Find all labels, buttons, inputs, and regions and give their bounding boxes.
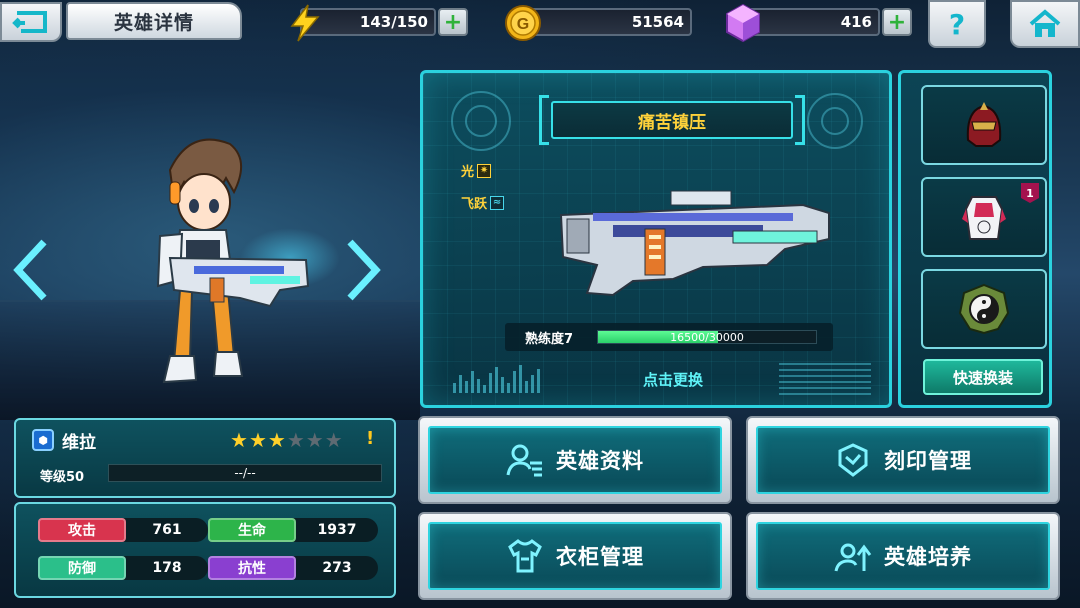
star-empty-icon: ★ (286, 428, 305, 452)
sun-icon: ✷ (477, 163, 492, 178)
tap-to-change-label[interactable]: 点击更换 (623, 369, 723, 390)
warning-icon[interactable]: ! (366, 428, 374, 449)
hero-train-label: 英雄培养 (884, 545, 972, 569)
stat-attack-value: 761 (152, 522, 182, 538)
add-gems-button[interactable]: + (882, 8, 912, 36)
stat-attack: 攻击 761 (38, 518, 208, 542)
next-hero-button[interactable] (344, 238, 384, 302)
gem-counter: 416 (744, 8, 880, 36)
back-button[interactable] (0, 2, 62, 42)
shirt-icon (508, 539, 542, 573)
stat-hp-value: 1937 (317, 522, 357, 538)
equipment-slot-helmet[interactable] (921, 85, 1047, 165)
hero-star-rating: ★ ★ ★ ★ ★ ★ (230, 428, 343, 452)
star-empty-icon: ★ (305, 428, 324, 452)
home-icon (1029, 9, 1061, 37)
attribute-light: 光 ✷ (461, 161, 492, 180)
lightning-icon (284, 2, 326, 44)
weapon-image (553, 169, 833, 299)
hero-name: 维拉 (62, 433, 96, 453)
imprint-manage-button[interactable]: 刻印管理 (746, 416, 1060, 504)
energy-value: 143/150 (359, 13, 428, 31)
star-empty-icon: ★ (324, 428, 343, 452)
quick-swap-button[interactable]: 快速换装 (923, 359, 1043, 395)
hero-info-panel: ⬢ 维拉 ★ ★ ★ ★ ★ ★ ! 等级50 --/-- (14, 418, 396, 498)
weapon-name: 痛苦镇压 (551, 101, 793, 139)
attribute-leap-label: 飞跃 (461, 197, 488, 212)
plate-bracket-left (539, 95, 549, 145)
proficiency-label: 熟练度7 (525, 331, 574, 347)
equipment-slot-armor[interactable]: 1 (921, 177, 1047, 257)
question-icon: ? (948, 7, 966, 41)
hero-info-label: 英雄资料 (556, 449, 644, 473)
stat-defense-label: 防御 (38, 556, 126, 580)
gem-icon (722, 2, 764, 44)
help-button[interactable]: ? (928, 0, 986, 48)
stat-hp-label: 生命 (208, 518, 296, 542)
add-energy-button[interactable]: + (438, 8, 468, 36)
hero-character-figure[interactable] (130, 130, 320, 390)
stat-defense-value: 178 (152, 560, 182, 576)
stat-attack-label: 攻击 (38, 518, 126, 542)
hero-train-button[interactable]: 英雄培养 (746, 512, 1060, 600)
stat-resist: 抗性 273 (208, 556, 378, 580)
proficiency-value: 16500/30000 (670, 330, 744, 344)
equalizer-decoration (453, 365, 540, 393)
proficiency-row: 熟练度7 16500/30000 (505, 323, 833, 351)
gem-value: 416 (840, 13, 872, 31)
top-bar: 英雄详情 143/150 + 51564 G 416 + ? (0, 0, 1080, 52)
back-arrow-icon (12, 11, 47, 33)
stat-defense: 防御 178 (38, 556, 208, 580)
plus-icon: + (887, 9, 907, 35)
page-title: 英雄详情 (66, 2, 242, 40)
stat-resist-label: 抗性 (208, 556, 296, 580)
slot-badge: 1 (1021, 183, 1039, 203)
level-up-icon (834, 543, 872, 572)
hero-level-bar: --/-- (108, 464, 382, 482)
plate-bracket-right (795, 95, 805, 145)
home-button[interactable] (1010, 0, 1080, 48)
reticle-decoration (821, 107, 849, 135)
proficiency-bar: 16500/30000 (597, 330, 817, 344)
svg-text:G: G (517, 16, 529, 33)
weapon-panel[interactable]: 痛苦镇压 光 ✷ 飞跃 ≈ 熟练度7 16500/30000 点击更换 (420, 70, 892, 408)
wing-icon: ≈ (490, 195, 505, 210)
scan-lines-decoration (779, 363, 871, 399)
armor-icon (962, 196, 1006, 240)
stat-resist-value: 273 (322, 560, 352, 576)
helmet-icon (966, 102, 1002, 147)
attribute-leap: 飞跃 ≈ (461, 193, 505, 212)
stat-hp: 生命 1937 (208, 518, 378, 542)
attribute-light-label: 光 (461, 165, 475, 180)
hero-class-icon: ⬢ (32, 429, 54, 451)
yin-yang-emblem-icon (958, 283, 1010, 335)
star-filled-icon: ★ (230, 428, 248, 452)
hero-stats-panel: 攻击 761 生命 1937 防御 178 抗性 273 (14, 502, 396, 598)
hero-info-button[interactable]: 英雄资料 (418, 416, 732, 504)
chevron-left-icon (13, 239, 47, 301)
equipment-slot-emblem[interactable] (921, 269, 1047, 349)
equipment-column: 1 快速换装 (898, 70, 1052, 408)
chevron-right-icon (347, 239, 381, 301)
star-filled-icon: ★ (248, 428, 267, 452)
hero-profile-icon (506, 444, 542, 477)
wardrobe-manage-label: 衣柜管理 (556, 545, 644, 569)
imprint-manage-label: 刻印管理 (884, 449, 972, 473)
previous-hero-button[interactable] (10, 238, 50, 302)
hero-level-label: 等级50 (40, 470, 85, 485)
gold-coin-icon: G (502, 2, 544, 44)
wardrobe-manage-button[interactable]: 衣柜管理 (418, 512, 732, 600)
plus-icon: + (443, 9, 463, 35)
reticle-decoration (465, 105, 497, 137)
gold-value: 51564 (631, 13, 684, 31)
imprint-icon (838, 443, 868, 477)
star-filled-icon: ★ (267, 428, 286, 452)
